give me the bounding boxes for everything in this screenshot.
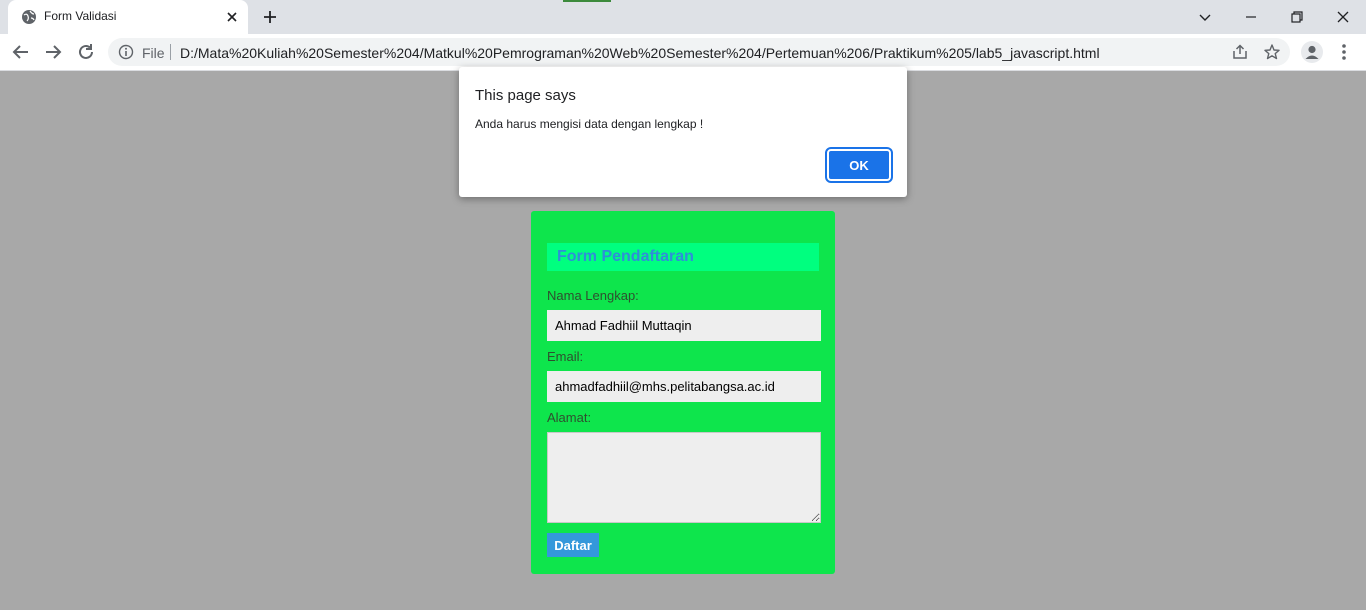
address-textarea[interactable]	[547, 432, 821, 523]
minimize-icon[interactable]	[1240, 6, 1262, 28]
url-scheme: File	[142, 45, 165, 61]
form-title: Form Pendaftaran	[557, 248, 694, 265]
name-label: Nama Lengkap:	[547, 288, 639, 303]
plus-icon[interactable]	[260, 7, 280, 27]
restore-icon[interactable]	[1286, 6, 1308, 28]
dialog-title: This page says	[475, 87, 576, 104]
url-text[interactable]: D:/Mata%20Kuliah%20Semester%204/Matkul%2…	[180, 45, 1100, 61]
ok-button[interactable]: OK	[825, 147, 893, 183]
close-icon[interactable]	[224, 9, 240, 25]
registration-form: Form Pendaftaran Nama Lengkap: Ahmad Fad…	[531, 211, 835, 574]
globe-icon	[22, 10, 36, 24]
name-input[interactable]: Ahmad Fadhiil Muttaqin	[547, 310, 821, 341]
tab-title: Form Validasi	[44, 9, 117, 23]
email-input[interactable]: ahmadfadhiil@mhs.pelitabangsa.ac.id	[547, 371, 821, 402]
chevron-down-icon[interactable]	[1194, 6, 1216, 28]
reload-icon[interactable]	[75, 41, 97, 63]
dialog-message: Anda harus mengisi data dengan lengkap !	[475, 117, 704, 131]
star-icon[interactable]	[1263, 43, 1281, 61]
url-separator	[170, 44, 171, 60]
profile-icon	[1305, 45, 1319, 59]
tab-strip: Form Validasi	[0, 0, 1366, 34]
loading-indicator	[563, 0, 611, 2]
address-label: Alamat:	[547, 410, 592, 425]
close-window-icon[interactable]	[1332, 6, 1354, 28]
address-bar[interactable]: File D:/Mata%20Kuliah%20Semester%204/Mat…	[108, 38, 1290, 66]
alert-dialog: This page says Anda harus mengisi data d…	[459, 67, 907, 197]
forward-icon[interactable]	[42, 41, 64, 63]
back-icon[interactable]	[10, 41, 32, 63]
profile-button[interactable]	[1301, 41, 1323, 63]
menu-icon[interactable]	[1334, 41, 1354, 63]
email-label: Email:	[547, 349, 584, 364]
tab-form-validasi[interactable]: Form Validasi	[8, 0, 248, 34]
info-icon[interactable]	[118, 44, 134, 60]
submit-button[interactable]: Daftar	[547, 533, 599, 557]
share-icon[interactable]	[1231, 43, 1249, 61]
browser-toolbar: File D:/Mata%20Kuliah%20Semester%204/Mat…	[0, 34, 1366, 71]
form-header: Form Pendaftaran	[547, 243, 819, 271]
